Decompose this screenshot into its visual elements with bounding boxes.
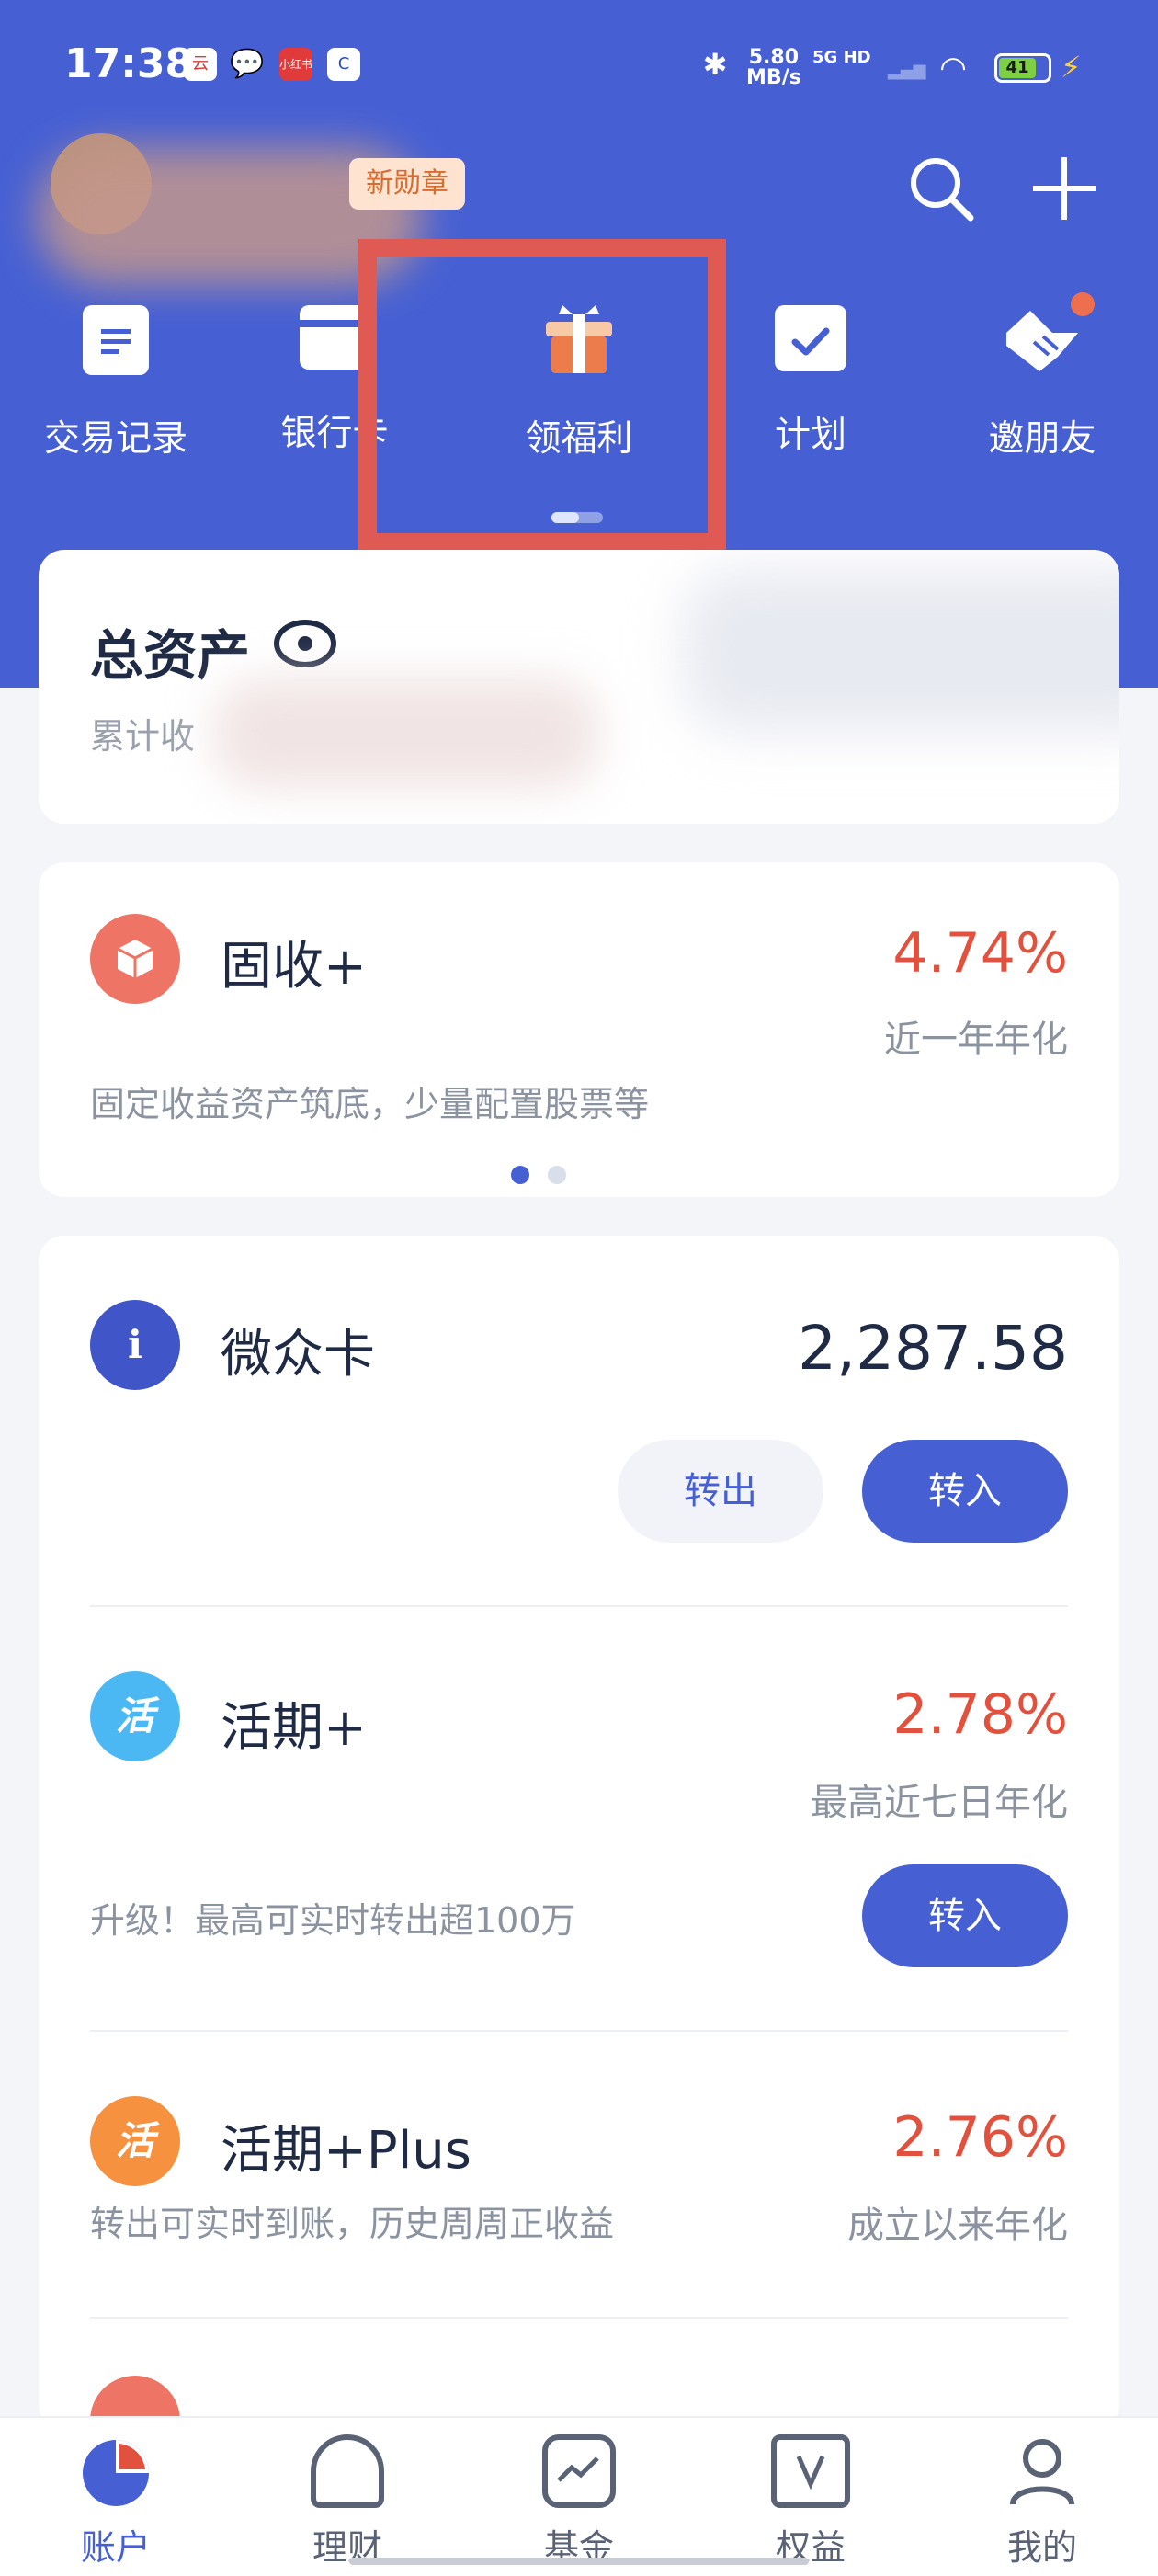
product-name: 固收+ <box>221 937 367 997</box>
weizhong-card-icon: ℹ <box>90 1300 180 1390</box>
weizhong-card-name[interactable]: 微众卡 <box>221 1313 375 1387</box>
person-icon <box>1005 2434 1079 2508</box>
app-c-icon: C <box>327 48 360 81</box>
add-icon[interactable] <box>1027 152 1101 225</box>
shortcut-invite[interactable]: 邀朋友 <box>950 292 1134 462</box>
xiaohongshu-icon: 小红书 <box>279 48 312 81</box>
transfer-in-button[interactable]: 转入 <box>862 1440 1068 1543</box>
handshake-icon <box>1003 292 1095 375</box>
huoqi-desc: 升级！最高可实时转出超100万 <box>90 1900 576 1941</box>
rate-note: 近一年年化 <box>884 1019 1068 1061</box>
signal-bars-icon: ▂▄▆ <box>888 61 926 80</box>
huoqi-plus-rate: 2.76% <box>892 2105 1068 2170</box>
tab-benefits[interactable]: 权益 <box>719 2434 903 2570</box>
shortcut-label: 邀朋友 <box>988 418 1096 460</box>
notification-dot <box>1071 292 1095 316</box>
tab-label: 账户 <box>80 2527 151 2568</box>
highlight-box <box>358 239 726 552</box>
weizhong-card-amount: 2,287.58 <box>798 1313 1068 1384</box>
eye-icon[interactable] <box>274 620 336 667</box>
battery-icon: 41 <box>994 53 1051 83</box>
message-icon: 💬 <box>230 48 265 80</box>
accounts-card: ℹ 微众卡 2,287.58 转出 转入 活 活期+ 2.78% 最高近七日年化… <box>39 1236 1119 2466</box>
cumulative-income-label: 累计收 <box>90 716 196 757</box>
search-icon[interactable] <box>904 152 978 225</box>
tab-fund[interactable]: 基金 <box>487 2434 671 2570</box>
product-rate: 4.74% <box>892 921 1068 986</box>
huoqi-rate-note: 最高近七日年化 <box>811 1782 1068 1824</box>
trend-chart-icon <box>542 2434 616 2508</box>
signal-label: 5G HD <box>812 48 871 67</box>
tab-mine[interactable]: 我的 <box>950 2434 1134 2570</box>
wifi-icon: ◠ <box>941 50 966 86</box>
total-assets-title: 总资产 <box>90 624 251 687</box>
charging-icon: ⚡ <box>1061 50 1082 85</box>
huoqi-name[interactable]: 活期+ <box>221 1686 367 1761</box>
tab-label: 我的 <box>1006 2527 1077 2568</box>
huoqi-plus-icon: 活 <box>90 2096 180 2186</box>
shortcut-transactions[interactable]: 交易记录 <box>24 294 208 462</box>
shortcut-label: 交易记录 <box>43 418 187 460</box>
divider <box>90 1605 1068 1607</box>
divider <box>90 2030 1068 2032</box>
pie-chart-icon <box>79 2434 153 2508</box>
battery-level: 41 <box>999 58 1036 78</box>
blurred-amount <box>682 568 1119 734</box>
network-speed: 5.80 MB/s <box>746 48 801 88</box>
huoqi-rate: 2.78% <box>892 1682 1068 1747</box>
shortcut-plan[interactable]: 计划 <box>719 294 903 458</box>
product-desc: 固定收益资产筑底，少量配置股票等 <box>90 1084 650 1124</box>
divider <box>90 2317 1068 2319</box>
blurred-income <box>213 678 599 789</box>
box-icon <box>90 914 180 1004</box>
shortcut-label: 计划 <box>774 415 846 456</box>
huoqi-transfer-in-button[interactable]: 转入 <box>862 1864 1068 1967</box>
huoqi-icon: 活 <box>90 1671 180 1761</box>
net-speed-unit: MB/s <box>746 66 801 89</box>
huoqi-plus-name[interactable]: 活期+Plus <box>221 2109 471 2183</box>
carousel-dots <box>511 1166 585 1188</box>
total-assets-card[interactable]: 总资产 累计收 <box>39 550 1119 824</box>
huoqi-plus-rate-note: 成立以来年化 <box>847 2205 1068 2247</box>
tab-account[interactable]: 账户 <box>24 2434 208 2570</box>
carousel-dot <box>548 1166 566 1184</box>
fixed-income-card[interactable]: 固收+ 4.74% 近一年年化 固定收益资产筑底，少量配置股票等 <box>39 862 1119 1197</box>
huoqi-plus-desc: 转出可实时到账，历史周周正收益 <box>90 2204 615 2244</box>
status-time: 17:38 <box>64 40 194 87</box>
transfer-out-button[interactable]: 转出 <box>618 1440 823 1543</box>
carousel-dot <box>511 1166 529 1184</box>
piggy-bank-icon <box>311 2434 384 2508</box>
medal-badge[interactable]: 新勋章 <box>349 158 465 210</box>
calendar-check-icon <box>775 300 846 371</box>
tab-bar: 账户 理财 基金 权益 我的 <box>0 2416 1158 2576</box>
bluetooth-icon: ✱ <box>702 47 728 82</box>
tab-wealth[interactable]: 理财 <box>255 2434 439 2570</box>
status-bar: 17:38 云 💬 小红书 C ✱ 5.80 MB/s 5G HD ▂▄▆ ◠ … <box>0 0 1158 138</box>
home-indicator[interactable] <box>349 2558 809 2565</box>
vip-ticket-icon <box>771 2434 850 2508</box>
document-icon <box>83 305 149 375</box>
app-notification-icon: 云 <box>184 48 217 81</box>
